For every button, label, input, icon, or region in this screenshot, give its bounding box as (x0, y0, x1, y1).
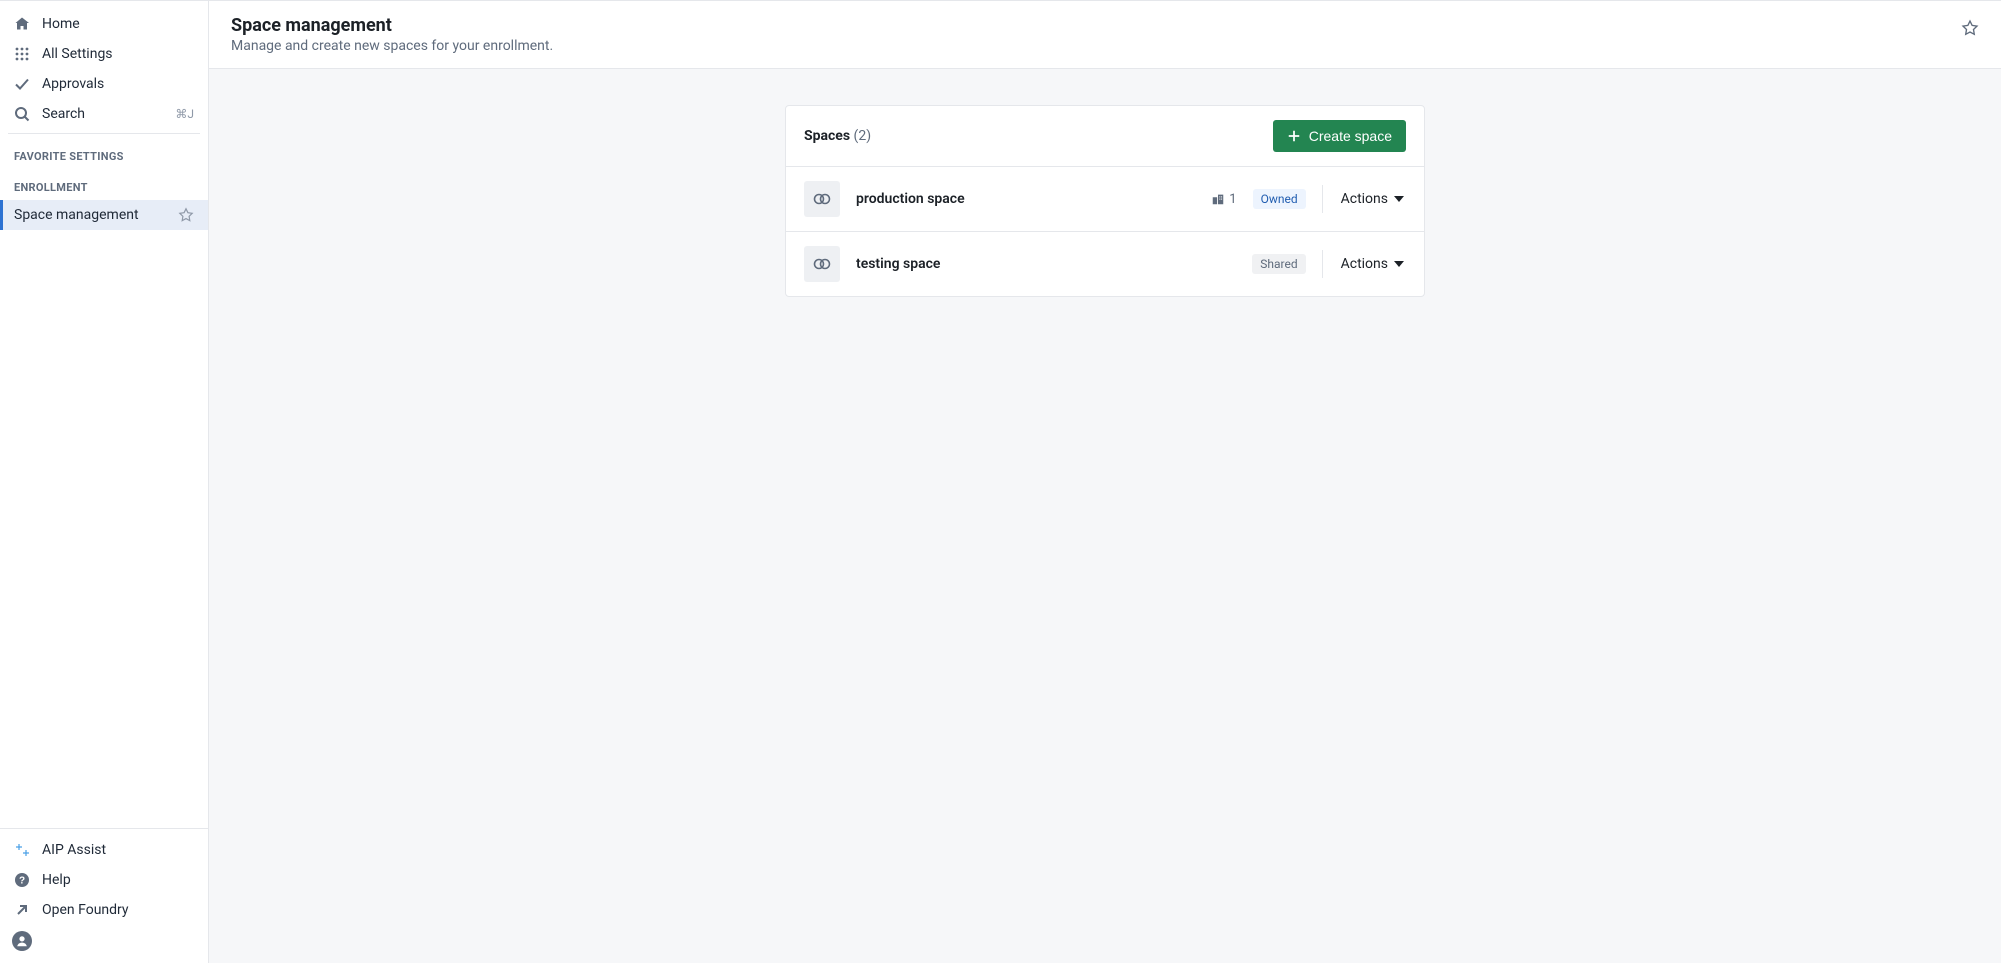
actions-button[interactable]: Actions (1339, 252, 1406, 276)
nav-label: Search (42, 106, 163, 122)
check-icon (14, 76, 30, 92)
actions-label: Actions (1341, 256, 1388, 272)
card-title: Spaces (804, 128, 850, 144)
actions-label: Actions (1341, 191, 1388, 207)
plus-icon (1287, 129, 1301, 143)
section-favorite-settings: FAVORITE SETTINGS (0, 138, 208, 169)
page-subtitle: Manage and create new spaces for your en… (231, 38, 1949, 54)
status-badge: Shared (1252, 254, 1305, 274)
search-icon (14, 106, 30, 122)
home-icon (14, 16, 30, 32)
nav-aip-assist[interactable]: AIP Assist (0, 835, 208, 865)
nav-label: Home (42, 16, 194, 32)
nav-shortcut: ⌘J (175, 107, 194, 121)
space-icon (804, 246, 840, 282)
nav-approvals[interactable]: Approvals (0, 69, 208, 99)
space-row[interactable]: production space 1 Owned Actions (786, 166, 1424, 231)
grid-icon (14, 46, 30, 62)
caret-down-icon (1394, 196, 1404, 202)
nav-home[interactable]: Home (0, 9, 208, 39)
nav-label: Open Foundry (42, 902, 194, 918)
nav-label: All Settings (42, 46, 194, 62)
section-enrollment: ENROLLMENT (0, 169, 208, 200)
nav-help[interactable]: ? Help (0, 865, 208, 895)
nav-label: Space management (14, 207, 166, 223)
spaces-card: Spaces (2) Create space production spa (785, 105, 1425, 297)
header: Space management Manage and create new s… (209, 1, 2001, 69)
nav-label: AIP Assist (42, 842, 194, 858)
button-label: Create space (1309, 128, 1392, 144)
space-name: testing space (856, 256, 1236, 272)
sparkle-icon (14, 842, 30, 858)
sidebar: Home All Settings Approvals Search ⌘J (0, 1, 209, 963)
org-count: 1 (1211, 192, 1236, 207)
actions-button[interactable]: Actions (1339, 187, 1406, 211)
favorite-star-button[interactable] (1961, 19, 1979, 37)
nav-open-foundry[interactable]: Open Foundry (0, 895, 208, 925)
space-name: production space (856, 191, 1195, 207)
nav-all-settings[interactable]: All Settings (0, 39, 208, 69)
user-avatar-row[interactable] (0, 925, 208, 957)
create-space-button[interactable]: Create space (1273, 120, 1406, 152)
user-avatar-icon (12, 931, 32, 951)
card-count: (2) (854, 128, 872, 144)
nav-label: Approvals (42, 76, 194, 92)
card-header: Spaces (2) Create space (786, 106, 1424, 166)
external-link-icon (14, 902, 30, 918)
content: Spaces (2) Create space production spa (209, 69, 2001, 963)
sidebar-item-space-management[interactable]: Space management (0, 200, 208, 230)
help-icon: ? (14, 872, 30, 888)
nav-search[interactable]: Search ⌘J (0, 99, 208, 129)
caret-down-icon (1394, 261, 1404, 267)
divider (8, 133, 200, 134)
org-icon (1211, 192, 1225, 206)
star-icon[interactable] (178, 207, 194, 223)
space-icon (804, 181, 840, 217)
svg-text:?: ? (19, 876, 25, 887)
divider (1322, 185, 1323, 213)
org-count-value: 1 (1229, 192, 1236, 207)
status-badge: Owned (1253, 189, 1306, 209)
nav-label: Help (42, 872, 194, 888)
space-row[interactable]: testing space Shared Actions (786, 231, 1424, 296)
page-title: Space management (231, 15, 1949, 36)
main: Space management Manage and create new s… (209, 1, 2001, 963)
divider (1322, 250, 1323, 278)
